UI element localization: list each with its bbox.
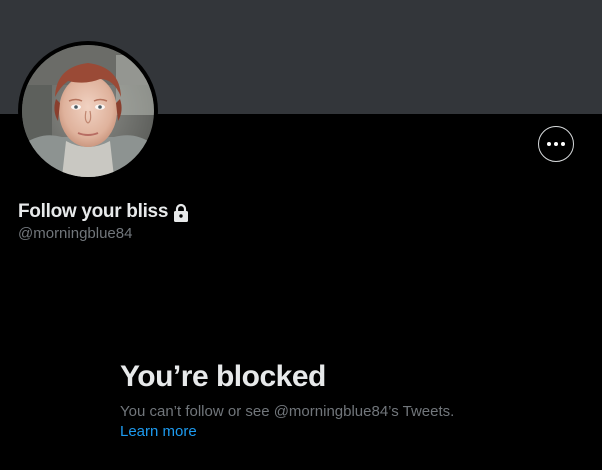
blocked-notice: You’re blocked You can’t follow or see @… bbox=[120, 358, 540, 442]
lock-icon bbox=[174, 203, 189, 222]
profile-handle: @morningblue84 bbox=[18, 225, 133, 242]
avatar-photo bbox=[22, 45, 154, 177]
profile-avatar[interactable] bbox=[18, 41, 158, 181]
more-options-button[interactable] bbox=[538, 126, 574, 162]
more-horizontal-icon bbox=[547, 142, 551, 146]
profile-page: Follow your bliss @morningblue84 You’re … bbox=[0, 0, 602, 470]
learn-more-link[interactable]: Learn more bbox=[120, 422, 197, 442]
profile-name-row: Follow your bliss bbox=[18, 200, 190, 224]
blocked-description: You can’t follow or see @morningblue84’s… bbox=[120, 403, 455, 420]
blocked-title: You’re blocked bbox=[120, 360, 326, 393]
display-name: Follow your bliss bbox=[18, 201, 169, 222]
